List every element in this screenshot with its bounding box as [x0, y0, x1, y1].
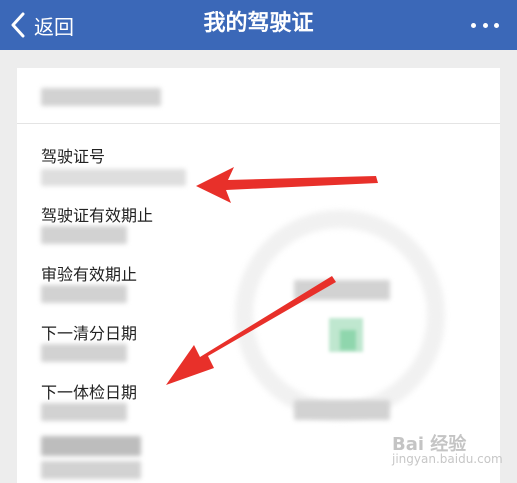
watermark: Bai 经验 jingyan.baidu.com	[392, 434, 503, 467]
redacted-review-expiry	[41, 285, 127, 303]
chevron-left-icon	[11, 12, 25, 38]
page-title: 我的驾驶证	[203, 11, 314, 36]
redacted-extra-row	[41, 436, 141, 456]
redacted-points-reset	[41, 344, 127, 362]
card-header	[17, 68, 500, 124]
qr-code-center	[340, 330, 356, 350]
redacted-qr-caption	[294, 280, 390, 300]
more-options-icon[interactable]	[471, 14, 499, 36]
navigation-bar: 返回 我的驾驶证	[0, 0, 517, 50]
redacted-license-number	[41, 169, 186, 186]
back-label: 返回	[34, 14, 74, 39]
field-label-license-expiry: 驾驶证有效期止	[41, 206, 154, 225]
field-label-next-medical: 下一体检日期	[41, 383, 138, 402]
redacted-name	[41, 88, 161, 106]
field-label-next-points-reset: 下一清分日期	[41, 324, 138, 343]
redacted-extra-row-2	[41, 461, 141, 479]
field-label-license-number: 驾驶证号	[41, 147, 106, 166]
redacted-medical-date	[41, 403, 127, 421]
redacted-license-expiry	[41, 226, 127, 244]
field-label-review-expiry: 审验有效期止	[41, 265, 138, 284]
back-button[interactable]: 返回	[10, 0, 74, 50]
redacted-qr-footer	[294, 400, 390, 420]
qr-code-frame	[235, 210, 445, 420]
